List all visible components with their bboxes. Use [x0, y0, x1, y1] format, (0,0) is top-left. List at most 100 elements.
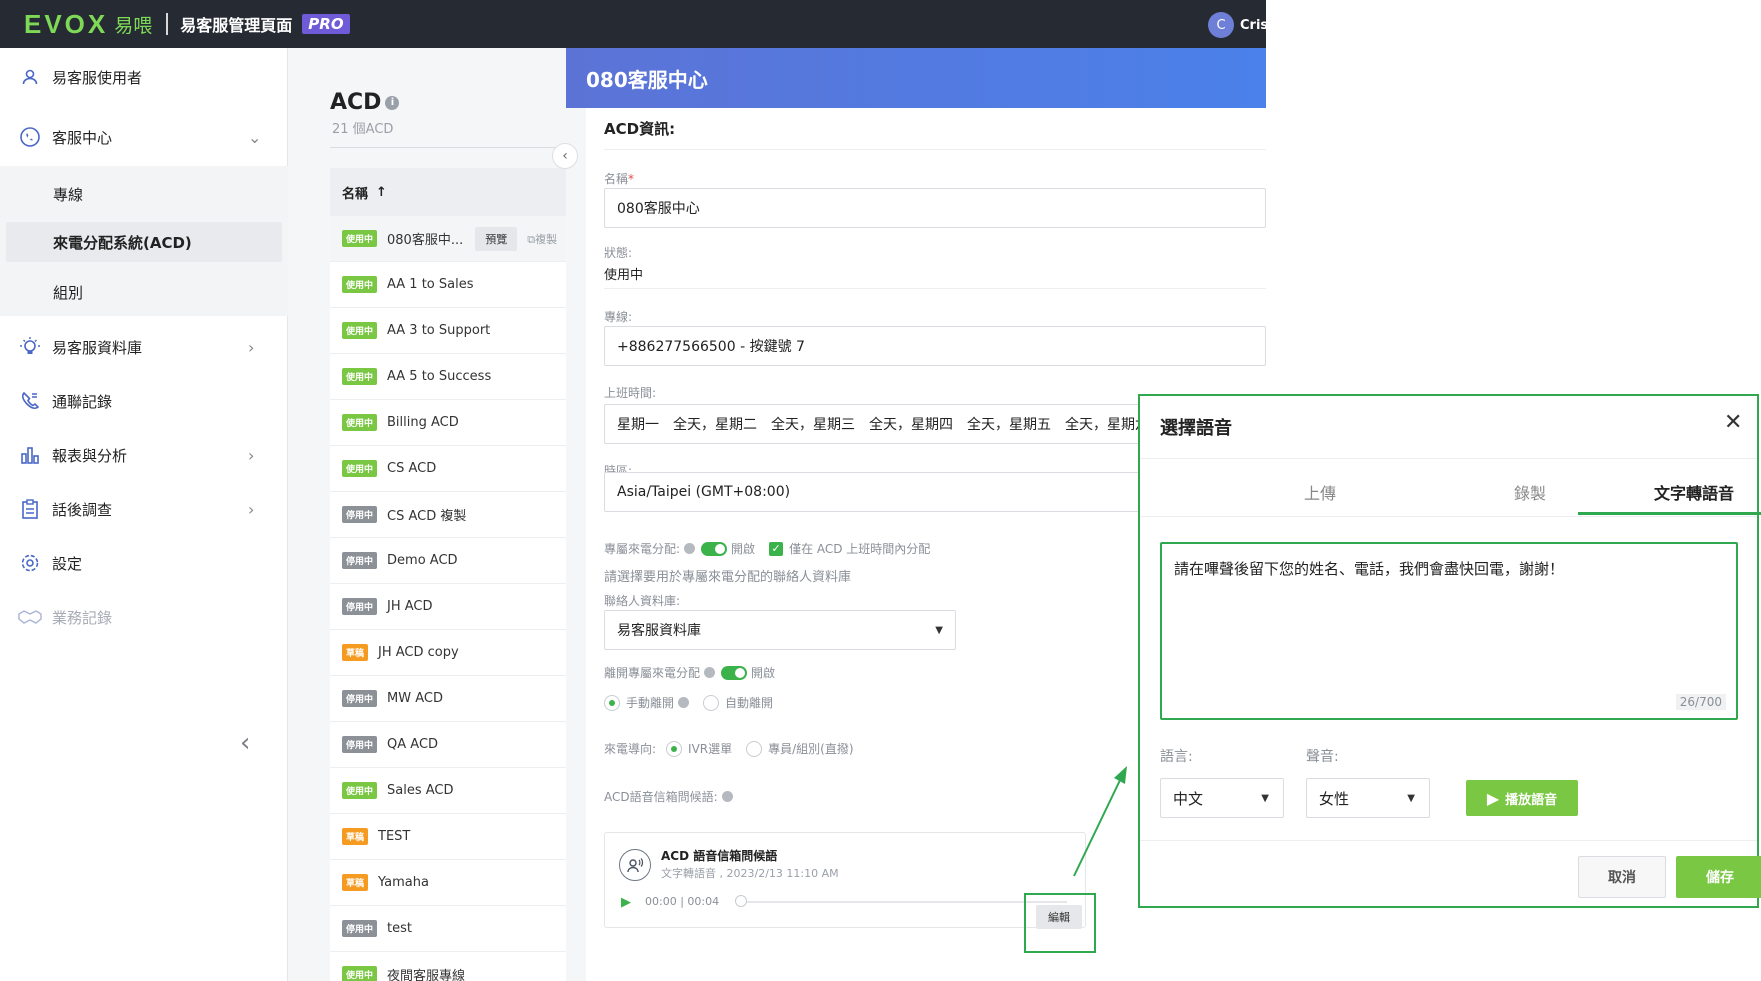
leave-label: 離開專屬來電分配	[604, 666, 701, 680]
play-voice-button[interactable]: ▶ 播放語音	[1466, 780, 1578, 816]
sidebar-item-call-log[interactable]: 通聯記錄	[0, 374, 288, 428]
voicemail-title: ACD 語音信箱問候語	[661, 849, 778, 863]
tab-record[interactable]: 錄製	[1440, 480, 1620, 504]
active-tab-indicator	[1578, 512, 1761, 515]
table-row[interactable]: 停用中 JH ACD	[330, 584, 566, 630]
voice-label: 聲音:	[1306, 749, 1339, 765]
table-row[interactable]: 草稿 TEST	[330, 814, 566, 860]
dedicated-toggle[interactable]	[701, 541, 728, 556]
hours-label: 上班時間:	[604, 386, 657, 400]
sort-arrow-up-icon[interactable]: ↑	[376, 185, 387, 200]
submenu-item-acd[interactable]: 來電分配系統(ACD)	[53, 232, 192, 253]
line-field[interactable]: +886277566500 - 按鍵號 7	[604, 326, 1266, 366]
avatar[interactable]: C	[1208, 12, 1234, 38]
direct-radio[interactable]	[746, 740, 763, 757]
acd-name: CS ACD 複製	[387, 509, 467, 524]
tts-textarea[interactable]: 請在嗶聲後留下您的姓名、電話，我們會盡快回電，謝謝！ 26/700	[1160, 542, 1738, 720]
divider	[1140, 840, 1757, 841]
edit-highlight-frame	[1024, 893, 1096, 953]
voice-select[interactable]: 女性 ▼	[1306, 778, 1430, 818]
name-field[interactable]: 080客服中心	[604, 188, 1266, 228]
leave-toggle[interactable]	[721, 665, 748, 680]
acd-name: 夜間客服專線	[387, 969, 466, 981]
table-row[interactable]: 使用中 Sales ACD	[330, 768, 566, 814]
sidebar-item-settings[interactable]: 設定	[0, 536, 288, 590]
collapse-panel-button[interactable]: ‹	[552, 143, 578, 169]
table-row[interactable]: 停用中 QA ACD	[330, 722, 566, 768]
save-button[interactable]: 儲存	[1676, 856, 1761, 898]
table-row[interactable]: 使用中 夜間客服專線	[330, 952, 566, 981]
table-row[interactable]: 使用中 Billing ACD	[330, 400, 566, 446]
manual-leave-radio[interactable]	[604, 694, 620, 711]
info-icon[interactable]	[678, 697, 690, 708]
acd-name: TEST	[378, 829, 411, 844]
chevron-right-icon[interactable]: ›	[248, 338, 254, 357]
submenu-item-lines[interactable]: 專線	[53, 184, 83, 205]
chevron-down-icon[interactable]: ⌄	[248, 128, 261, 147]
contact-db-select[interactable]: 易客服資料庫 ▼	[604, 610, 956, 650]
table-row[interactable]: 停用中 CS ACD 複製	[330, 492, 566, 538]
table-row[interactable]: 使用中 AA 5 to Success	[330, 354, 566, 400]
only-hours-checkbox[interactable]: ✓	[769, 541, 784, 556]
chevron-left-icon[interactable]: ‹	[240, 728, 250, 758]
column-header-name[interactable]: 名稱 ↑	[330, 168, 566, 216]
leave-mode-row: 手動離開 自動離開	[604, 694, 773, 711]
cancel-button[interactable]: 取消	[1578, 856, 1666, 898]
auto-leave-radio[interactable]	[703, 694, 720, 711]
ivr-radio[interactable]	[666, 740, 683, 757]
chevron-right-icon[interactable]: ›	[248, 500, 254, 519]
top-bar: EVOX 易喂 易客服管理頁面 PRO C Crist	[0, 0, 1266, 48]
table-row[interactable]: 草稿 Yamaha	[330, 860, 566, 906]
voice-value: 女性	[1319, 789, 1350, 808]
user-menu[interactable]: C Crist	[1208, 12, 1266, 38]
info-icon[interactable]	[684, 543, 696, 554]
info-icon[interactable]: i	[385, 96, 400, 110]
contact-db-value: 易客服資料庫	[617, 623, 701, 639]
sidebar-item-survey[interactable]: 話後調查 ›	[0, 482, 288, 536]
tab-upload[interactable]: 上傳	[1230, 480, 1410, 504]
survey-icon	[18, 497, 42, 521]
table-row[interactable]: 使用中 AA 3 to Support	[330, 308, 566, 354]
table-row[interactable]: 停用中 Demo ACD	[330, 538, 566, 584]
contact-db-hint: 請選擇要用於專屬來電分配的聯絡人資料庫	[604, 570, 852, 585]
table-row[interactable]: 停用中 MW ACD	[330, 676, 566, 722]
play-icon[interactable]: ▶	[621, 895, 631, 910]
table-row[interactable]: 停用中 test	[330, 906, 566, 952]
acd-name: MW ACD	[387, 691, 443, 706]
gear-icon	[18, 551, 42, 575]
table-row[interactable]: 使用中 AA 1 to Sales	[330, 262, 566, 308]
acd-name: Demo ACD	[387, 553, 458, 568]
sidebar-item-database[interactable]: 易客服資料庫 ›	[0, 320, 288, 374]
table-row[interactable]: 草稿 JH ACD copy	[330, 630, 566, 676]
section-title: ACD資訊:	[604, 120, 676, 138]
copy-icon: ⧉	[527, 232, 536, 246]
divider	[604, 288, 1266, 289]
audio-progress-track[interactable]	[747, 901, 1067, 903]
sidebar-item-reports[interactable]: 報表與分析 ›	[0, 428, 288, 482]
table-row[interactable]: 使用中 CS ACD	[330, 446, 566, 492]
dialog-title: 選擇語音	[1160, 418, 1232, 439]
chevron-right-icon[interactable]: ›	[248, 446, 254, 465]
user-name[interactable]: Crist	[1240, 18, 1266, 33]
status-label: 狀態:	[604, 246, 633, 260]
table-row[interactable]: 使用中 080客服中... 預覽 ⧉複製	[330, 216, 566, 262]
language-select[interactable]: 中文 ▼	[1160, 778, 1284, 818]
tab-tts[interactable]: 文字轉語音	[1604, 480, 1761, 504]
dedicated-toggle-label: 開啟	[731, 542, 756, 556]
audio-scrubber-handle[interactable]	[735, 895, 747, 907]
close-icon[interactable]: ✕	[1724, 410, 1742, 435]
info-icon[interactable]	[704, 667, 716, 678]
submenu-item-groups[interactable]: 組別	[53, 282, 83, 303]
sidebar-item-label: 業務記錄	[52, 608, 113, 627]
copy-button[interactable]: ⧉複製	[527, 231, 557, 247]
preview-button[interactable]: 預覽	[475, 226, 518, 251]
voice-select-dialog: 選擇語音 ✕ 上傳 錄製 文字轉語音 請在嗶聲後留下您的姓名、電話，我們會盡快回…	[1138, 394, 1761, 908]
sidebar-item-business-log[interactable]: 業務記錄	[0, 590, 288, 644]
brand-logo[interactable]: EVOX	[24, 9, 108, 40]
info-icon[interactable]	[721, 791, 733, 802]
detail-header: 080客服中心	[566, 48, 1266, 108]
sidebar-item-users[interactable]: 易客服使用者	[0, 50, 288, 104]
sidebar-item-call-center[interactable]: 客服中心 ⌄	[0, 110, 288, 164]
divider	[604, 149, 1266, 150]
acd-name: Sales ACD	[387, 783, 454, 798]
